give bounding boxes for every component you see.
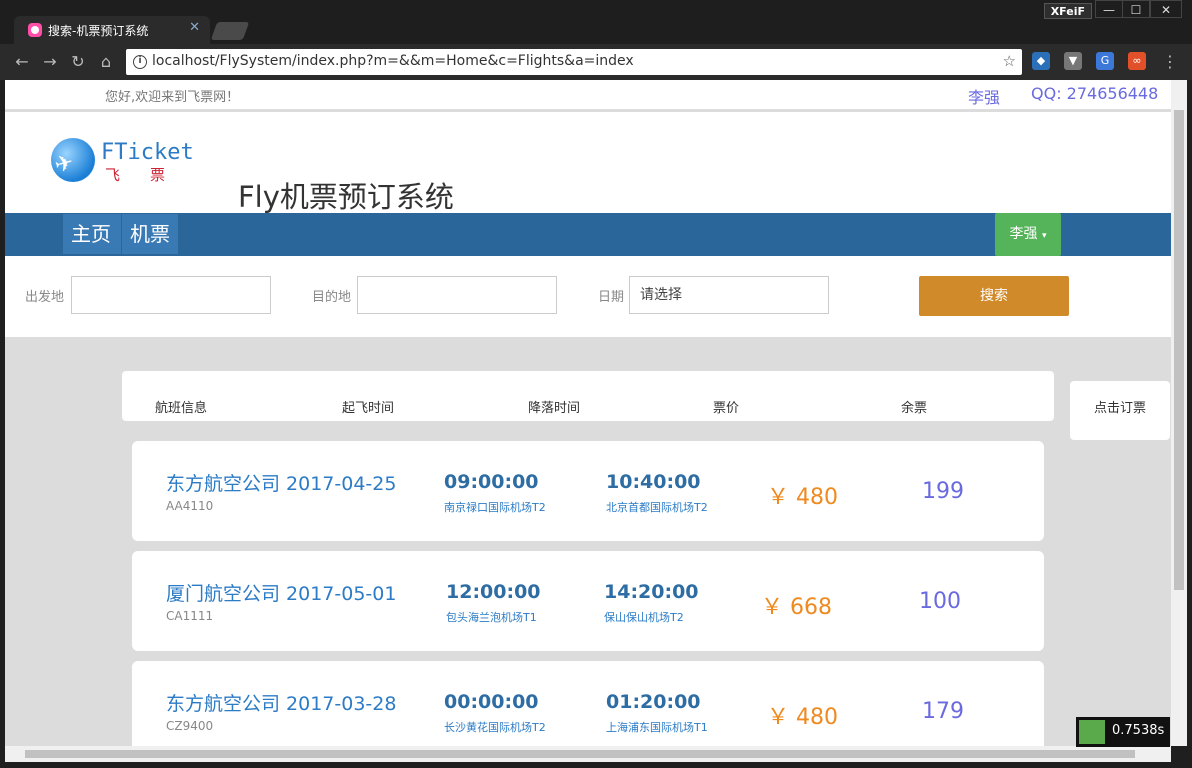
maximize-icon[interactable]: ☐ [1122,0,1150,18]
arrival-time: 14:20:00 [604,581,699,603]
departure-airport: 包头海兰泡机场T1 [446,611,537,624]
tab-favicon-icon [28,23,42,37]
tab-close-icon[interactable]: ✕ [189,20,200,35]
horizontal-scrollbar[interactable] [5,746,1171,762]
menu-dots-icon[interactable]: ⋮ [1160,52,1180,72]
close-window-icon[interactable]: ✕ [1150,0,1182,18]
departure-airport: 长沙黄花国际机场T2 [444,721,546,734]
flight-number: CA1111 [166,609,214,623]
caret-down-icon: ▾ [1041,231,1047,241]
book-ticket-button[interactable]: 点击订票 [1070,381,1170,440]
bookmark-star-icon[interactable]: ☆ [1003,52,1016,70]
flight-number: AA4110 [166,499,214,513]
flight-airline-date: 厦门航空公司 2017-05-01 [166,583,397,605]
browser-toolbar: ← → ↻ ⌂ i localhost/FlySystem/index.php?… [0,44,1192,80]
ticket-price: ￥ 480 [767,485,838,510]
browser-profile-chip[interactable]: XFeiF [1043,3,1092,19]
vertical-scroll-thumb[interactable] [1174,110,1184,590]
address-url[interactable]: localhost/FlySystem/index.php?m=&&m=Home… [152,53,634,69]
results-header: 航班信息 起飞时间 降落时间 票价 余票 [122,371,1054,421]
address-bar[interactable]: i localhost/FlySystem/index.php?m=&&m=Ho… [126,49,1022,75]
qq-contact: QQ: 274656448 [1031,84,1159,103]
departure-time: 00:00:00 [444,691,539,713]
arrival-time: 10:40:00 [606,471,701,493]
date-input[interactable]: 请选择 [629,276,829,314]
ticket-price: ￥ 668 [761,595,832,620]
to-input[interactable] [357,276,557,314]
extension-adblock-icon[interactable]: ▼ [1064,52,1082,70]
column-header-price: 票价 [713,401,740,416]
welcome-text: 您好,欢迎来到飞票网！ [105,90,240,105]
vertical-scrollbar[interactable] [1171,80,1187,746]
new-tab-button[interactable] [210,22,250,40]
column-header-arrival: 降落时间 [528,401,581,416]
back-icon[interactable]: ← [12,52,32,72]
column-header-seats: 余票 [901,401,928,416]
column-header-flight: 航班信息 [155,401,208,416]
forward-icon[interactable]: → [40,52,60,72]
departure-airport: 南京禄口国际机场T2 [444,501,546,514]
arrival-airport: 北京首都国际机场T2 [606,501,708,514]
flight-card[interactable]: 东方航空公司 2017-03-28 CZ9400 00:00:00 长沙黄花国际… [132,661,1044,746]
search-form: 出发地 目的地 日期 请选择 搜索 [5,256,1171,337]
logo-text: FTicket [101,140,194,165]
load-time: 0.7538s [1112,723,1165,738]
browser-titlebar: 搜索-机票预订系统 ✕ XFeiF — ☐ ✕ [0,0,1192,44]
site-title: Fly机票预订系统 [238,180,454,214]
reload-icon[interactable]: ↻ [68,52,88,72]
top-info-bar: 您好,欢迎来到飞票网！ 李强 QQ: 274656448 [5,80,1171,110]
page-viewport: 您好,欢迎来到飞票网！ 李强 QQ: 274656448 ✈ FTicket 飞… [5,80,1171,746]
flight-card[interactable]: 东方航空公司 2017-04-25 AA4110 09:00:00 南京禄口国际… [132,441,1044,541]
seats-left: 199 [922,479,964,504]
user-menu-button[interactable]: 李强 ▾ [995,213,1061,256]
site-header: ✈ FTicket 飞票 Fly机票预订系统 [5,112,1171,214]
from-label: 出发地 [25,290,65,305]
seats-left: 100 [919,589,961,614]
load-timer-widget: 0.7538s [1076,717,1170,747]
extension-infinity-icon[interactable]: ∞ [1128,52,1146,70]
browser-tab[interactable]: 搜索-机票预订系统 ✕ [14,16,210,44]
date-label: 日期 [598,290,625,305]
column-header-departure: 起飞时间 [342,401,395,416]
arrival-time: 01:20:00 [606,691,701,713]
minimize-icon[interactable]: — [1095,0,1123,18]
arrival-airport: 上海浦东国际机场T1 [606,721,708,734]
extension-translate-icon[interactable]: G [1096,52,1114,70]
extension-shield-icon[interactable]: ◆ [1032,52,1050,70]
timer-logo-icon [1079,720,1105,744]
flight-airline-date: 东方航空公司 2017-03-28 [166,693,397,715]
user-menu-label: 李强 [1009,226,1038,242]
nav-item-tickets[interactable]: 机票 [122,214,178,254]
seats-left: 179 [922,699,964,724]
flight-number: CZ9400 [166,719,214,733]
site-info-icon[interactable]: i [133,55,147,69]
departure-time: 12:00:00 [446,581,541,603]
arrival-airport: 保山保山机场T2 [604,611,684,624]
flight-card[interactable]: 厦门航空公司 2017-05-01 CA1111 12:00:00 包头海兰泡机… [132,551,1044,651]
to-label: 目的地 [312,290,352,305]
main-navbar: 主页 机票 李强 ▾ [5,213,1171,256]
logo-subtext: 飞票 [105,166,196,184]
nav-item-home[interactable]: 主页 [63,214,121,254]
horizontal-scroll-thumb[interactable] [25,750,1135,758]
search-button[interactable]: 搜索 [919,276,1069,316]
top-username-link[interactable]: 李强 [968,84,1000,108]
ticket-price: ￥ 480 [767,705,838,730]
departure-time: 09:00:00 [444,471,539,493]
tab-title: 搜索-机票预订系统 [48,24,149,38]
from-input[interactable] [71,276,271,314]
home-icon[interactable]: ⌂ [96,52,116,72]
flight-airline-date: 东方航空公司 2017-04-25 [166,473,397,495]
